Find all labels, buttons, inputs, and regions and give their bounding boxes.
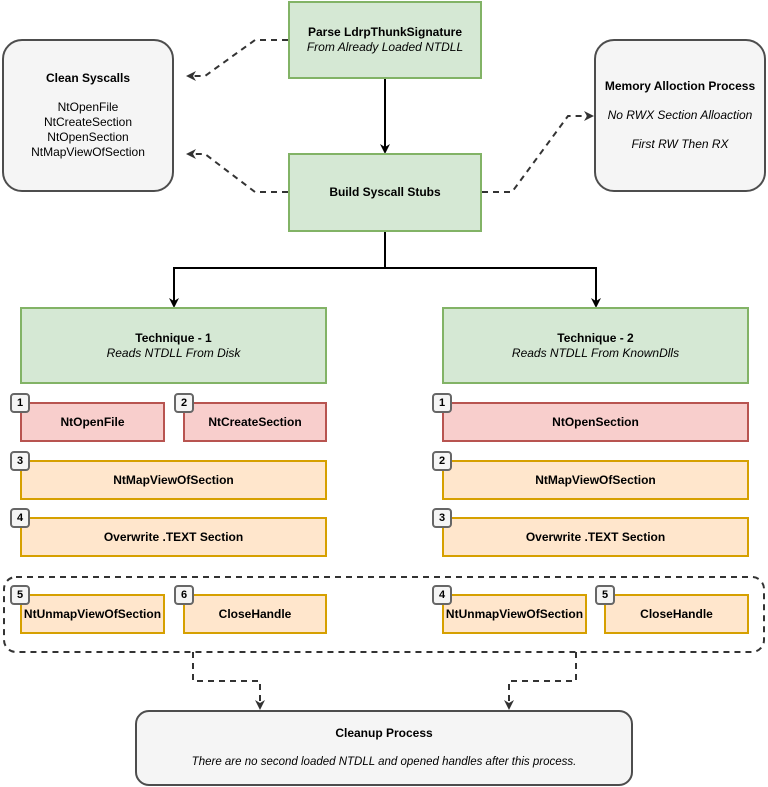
t1-step-ntmapviewofsection: NtMapViewOfSection [20,460,327,500]
t1-step-ntunmapviewofsection: NtUnmapViewOfSection [20,594,165,634]
arrow-build-to-technique2 [385,267,601,308]
build-syscall-stubs-title: Build Syscall Stubs [329,185,441,199]
cleanup-process-description: There are no second loaded NTDLL and ope… [191,756,577,768]
t1-step-ntopenfile: NtOpenFile [20,402,165,442]
build-syscall-stubs-node: Build Syscall Stubs [288,153,482,232]
t2-step-label: NtOpenSection [552,414,639,429]
t1-step-badge: 4 [10,508,30,528]
clean-syscall-item: NtMapViewOfSection [31,145,145,159]
t2-step-badge: 2 [432,451,452,471]
parse-signature-node: Parse LdrpThunkSignature From Already Lo… [288,1,482,79]
t1-step-badge: 1 [10,393,30,413]
arrow-parse-to-clean [186,39,288,81]
t2-step-badge: 1 [432,393,452,413]
technique2-title: Technique - 2 [557,330,634,345]
t1-step-label: NtUnmapViewOfSection [23,606,162,621]
t2-step-ntopensection: NtOpenSection [442,402,749,442]
t1-step-label: NtMapViewOfSection [113,472,234,487]
clean-syscall-item: NtOpenFile [57,100,119,114]
t2-step-label: Overwrite .TEXT Section [525,529,666,544]
t2-step-overwrite-text: Overwrite .TEXT Section [442,517,749,557]
clean-syscalls-title: Clean Syscalls [45,71,131,85]
t2-step-label: NtUnmapViewOfSection [445,606,584,621]
arrow-build-to-memory [482,111,594,193]
t1-step-label: Overwrite .TEXT Section [103,529,244,544]
technique2-node: Technique - 2 Reads NTDLL From KnownDlls [442,307,749,384]
parse-signature-title: Parse LdrpThunkSignature [307,25,463,39]
t1-step-badge: 3 [10,451,30,471]
parse-signature-subtitle: From Already Loaded NTDLL [306,40,464,54]
arrow-build-to-clean [186,149,288,193]
t2-step-closehandle: CloseHandle [604,594,749,634]
memory-allocation-node: Memory Alloction Process No RWX Section … [594,39,766,192]
t2-step-badge: 3 [432,508,452,528]
t2-step-ntunmapviewofsection: NtUnmapViewOfSection [442,594,587,634]
memory-allocation-line1: No RWX Section Alloaction [607,108,753,122]
t1-step-label: NtOpenFile [60,414,125,429]
memory-allocation-line2: First RW Then RX [631,137,729,151]
clean-syscalls-node: Clean Syscalls NtOpenFile NtCreateSectio… [2,39,174,192]
technique1-subtitle: Reads NTDLL From Disk [106,345,241,360]
t1-step-closehandle: CloseHandle [183,594,327,634]
technique1-title: Technique - 1 [135,330,212,345]
t1-step-ntcreatesection: NtCreateSection [183,402,327,442]
t2-step-label: NtMapViewOfSection [535,472,656,487]
t2-step-ntmapviewofsection: NtMapViewOfSection [442,460,749,500]
t1-step-label: NtCreateSection [208,414,302,429]
t1-step-badge: 5 [10,585,30,605]
t1-step-label: CloseHandle [218,606,292,621]
arrow-group-to-cleanup-right [504,652,577,710]
t2-step-label: CloseHandle [640,606,713,621]
t1-step-overwrite-text: Overwrite .TEXT Section [20,517,327,557]
cleanup-process-title: Cleanup Process [335,726,433,740]
clean-syscall-item: NtOpenSection [47,130,129,144]
t2-step-badge: 5 [595,585,615,605]
technique2-subtitle: Reads NTDLL From KnownDlls [511,345,680,360]
t1-step-badge: 6 [174,585,194,605]
technique1-node: Technique - 1 Reads NTDLL From Disk [20,307,327,384]
t1-step-badge: 2 [174,393,194,413]
memory-allocation-title: Memory Alloction Process [604,79,756,93]
clean-syscall-item: NtCreateSection [43,115,133,129]
arrow-group-to-cleanup-left [192,652,265,710]
cleanup-process-node: Cleanup Process There are no second load… [135,710,633,786]
t2-step-badge: 4 [432,585,452,605]
arrow-build-to-technique1 [169,232,386,308]
